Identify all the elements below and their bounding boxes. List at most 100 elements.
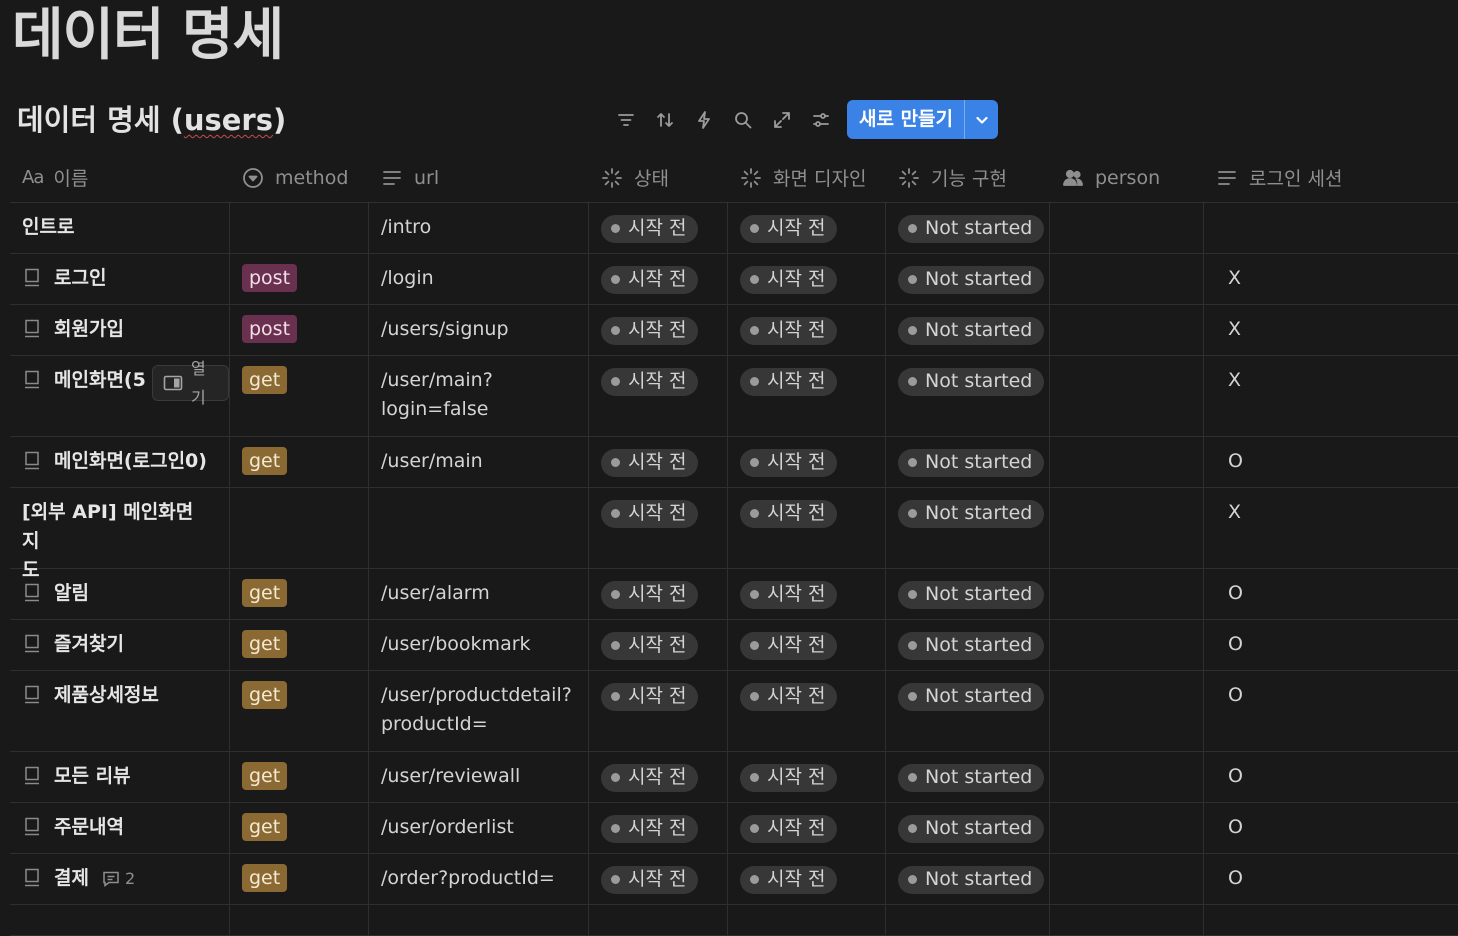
name-cell[interactable]: 메인화면(로그인0) [10,437,230,487]
column-header-screen-design[interactable]: 화면 디자인 [728,153,886,202]
feature-cell[interactable]: Not started [886,305,1050,355]
login-session-cell[interactable]: X [1204,488,1458,568]
column-header-status[interactable]: 상태 [589,153,728,202]
column-header-feature[interactable]: 기능 구현 [886,153,1050,202]
screen-design-cell[interactable]: 시작 전 [728,203,886,253]
status-cell[interactable]: 시작 전 [589,671,728,751]
status-cell[interactable]: 시작 전 [589,437,728,487]
login-session-cell[interactable]: O [1204,854,1458,904]
name-cell[interactable]: 알림 [10,569,230,619]
person-cell[interactable] [1050,803,1204,853]
url-cell[interactable]: /user/reviewall [369,752,589,802]
person-cell[interactable] [1050,671,1204,751]
screen-design-cell[interactable]: 시작 전 [728,854,886,904]
status-cell[interactable]: 시작 전 [589,854,728,904]
new-button[interactable]: 새로 만들기 [847,100,964,139]
feature-cell[interactable]: Not started [886,437,1050,487]
login-session-cell[interactable]: X [1204,305,1458,355]
column-header-person[interactable]: person [1050,153,1204,202]
feature-cell[interactable]: Not started [886,488,1050,568]
feature-cell[interactable]: Not started [886,569,1050,619]
person-cell[interactable] [1050,356,1204,436]
method-cell[interactable]: get [230,437,369,487]
screen-design-cell[interactable]: 시작 전 [728,752,886,802]
status-cell[interactable]: 시작 전 [589,569,728,619]
url-cell[interactable]: /user/main [369,437,589,487]
name-cell[interactable]: 인트로 [10,203,230,253]
open-page-button[interactable]: 열기 [152,359,229,407]
person-cell[interactable] [1050,488,1204,568]
screen-design-cell[interactable]: 시작 전 [728,437,886,487]
column-header-name[interactable]: Aa 이름 [10,153,230,202]
name-cell[interactable]: 회원가입 [10,305,230,355]
login-session-cell[interactable]: O [1204,803,1458,853]
url-cell[interactable]: /user/productdetail? productId= [369,671,589,751]
method-cell[interactable] [230,203,369,253]
status-cell[interactable]: 시작 전 [589,803,728,853]
status-cell[interactable]: 시작 전 [589,488,728,568]
url-cell[interactable]: /user/main? login=false [369,356,589,436]
sort-button[interactable] [645,100,684,140]
login-session-cell[interactable]: O [1204,671,1458,751]
screen-design-cell[interactable]: 시작 전 [728,254,886,304]
name-cell[interactable]: 제품상세정보 [10,671,230,751]
method-cell[interactable]: get [230,803,369,853]
url-cell[interactable]: /user/alarm [369,569,589,619]
database-title[interactable]: 데이터 명세 (users) [17,96,286,144]
person-cell[interactable] [1050,854,1204,904]
screen-design-cell[interactable]: 시작 전 [728,488,886,568]
status-cell[interactable]: 시작 전 [589,203,728,253]
person-cell[interactable] [1050,254,1204,304]
url-cell[interactable]: /user/bookmark [369,620,589,670]
person-cell[interactable] [1050,569,1204,619]
name-cell[interactable]: 로그인 [10,254,230,304]
url-cell[interactable]: /user/orderlist [369,803,589,853]
url-cell[interactable]: /intro [369,203,589,253]
url-cell[interactable] [369,488,589,568]
url-cell[interactable]: /login [369,254,589,304]
screen-design-cell[interactable]: 시작 전 [728,305,886,355]
name-cell[interactable]: 즐겨찾기 [10,620,230,670]
settings-button[interactable] [801,100,840,140]
status-cell[interactable]: 시작 전 [589,752,728,802]
automation-button[interactable] [684,100,723,140]
person-cell[interactable] [1050,305,1204,355]
person-cell[interactable] [1050,203,1204,253]
method-cell[interactable]: get [230,569,369,619]
login-session-cell[interactable]: X [1204,254,1458,304]
screen-design-cell[interactable]: 시작 전 [728,620,886,670]
url-cell[interactable]: /order?productId= [369,854,589,904]
method-cell[interactable]: post [230,305,369,355]
person-cell[interactable] [1050,620,1204,670]
feature-cell[interactable]: Not started [886,356,1050,436]
status-cell[interactable]: 시작 전 [589,356,728,436]
name-cell[interactable]: 모든 리뷰 [10,752,230,802]
column-header-method[interactable]: method [230,153,369,202]
login-session-cell[interactable]: X [1204,356,1458,436]
name-cell[interactable]: 주문내역 [10,803,230,853]
feature-cell[interactable]: Not started [886,620,1050,670]
url-cell[interactable]: /users/signup [369,305,589,355]
feature-cell[interactable]: Not started [886,671,1050,751]
column-header-login-session[interactable]: 로그인 세션 [1204,153,1458,202]
feature-cell[interactable]: Not started [886,254,1050,304]
screen-design-cell[interactable]: 시작 전 [728,671,886,751]
person-cell[interactable] [1050,437,1204,487]
status-cell[interactable]: 시작 전 [589,254,728,304]
screen-design-cell[interactable]: 시작 전 [728,803,886,853]
screen-design-cell[interactable]: 시작 전 [728,569,886,619]
name-cell[interactable]: [외부 API] 메인화면 지도 [10,488,230,581]
screen-design-cell[interactable]: 시작 전 [728,356,886,436]
method-cell[interactable]: get [230,671,369,751]
status-cell[interactable]: 시작 전 [589,305,728,355]
login-session-cell[interactable]: O [1204,569,1458,619]
login-session-cell[interactable]: O [1204,620,1458,670]
expand-button[interactable] [762,100,801,140]
feature-cell[interactable]: Not started [886,752,1050,802]
method-cell[interactable]: post [230,254,369,304]
status-cell[interactable]: 시작 전 [589,620,728,670]
method-cell[interactable]: get [230,752,369,802]
feature-cell[interactable]: Not started [886,854,1050,904]
filter-button[interactable] [606,100,645,140]
comment-count[interactable]: 2 [101,864,135,893]
